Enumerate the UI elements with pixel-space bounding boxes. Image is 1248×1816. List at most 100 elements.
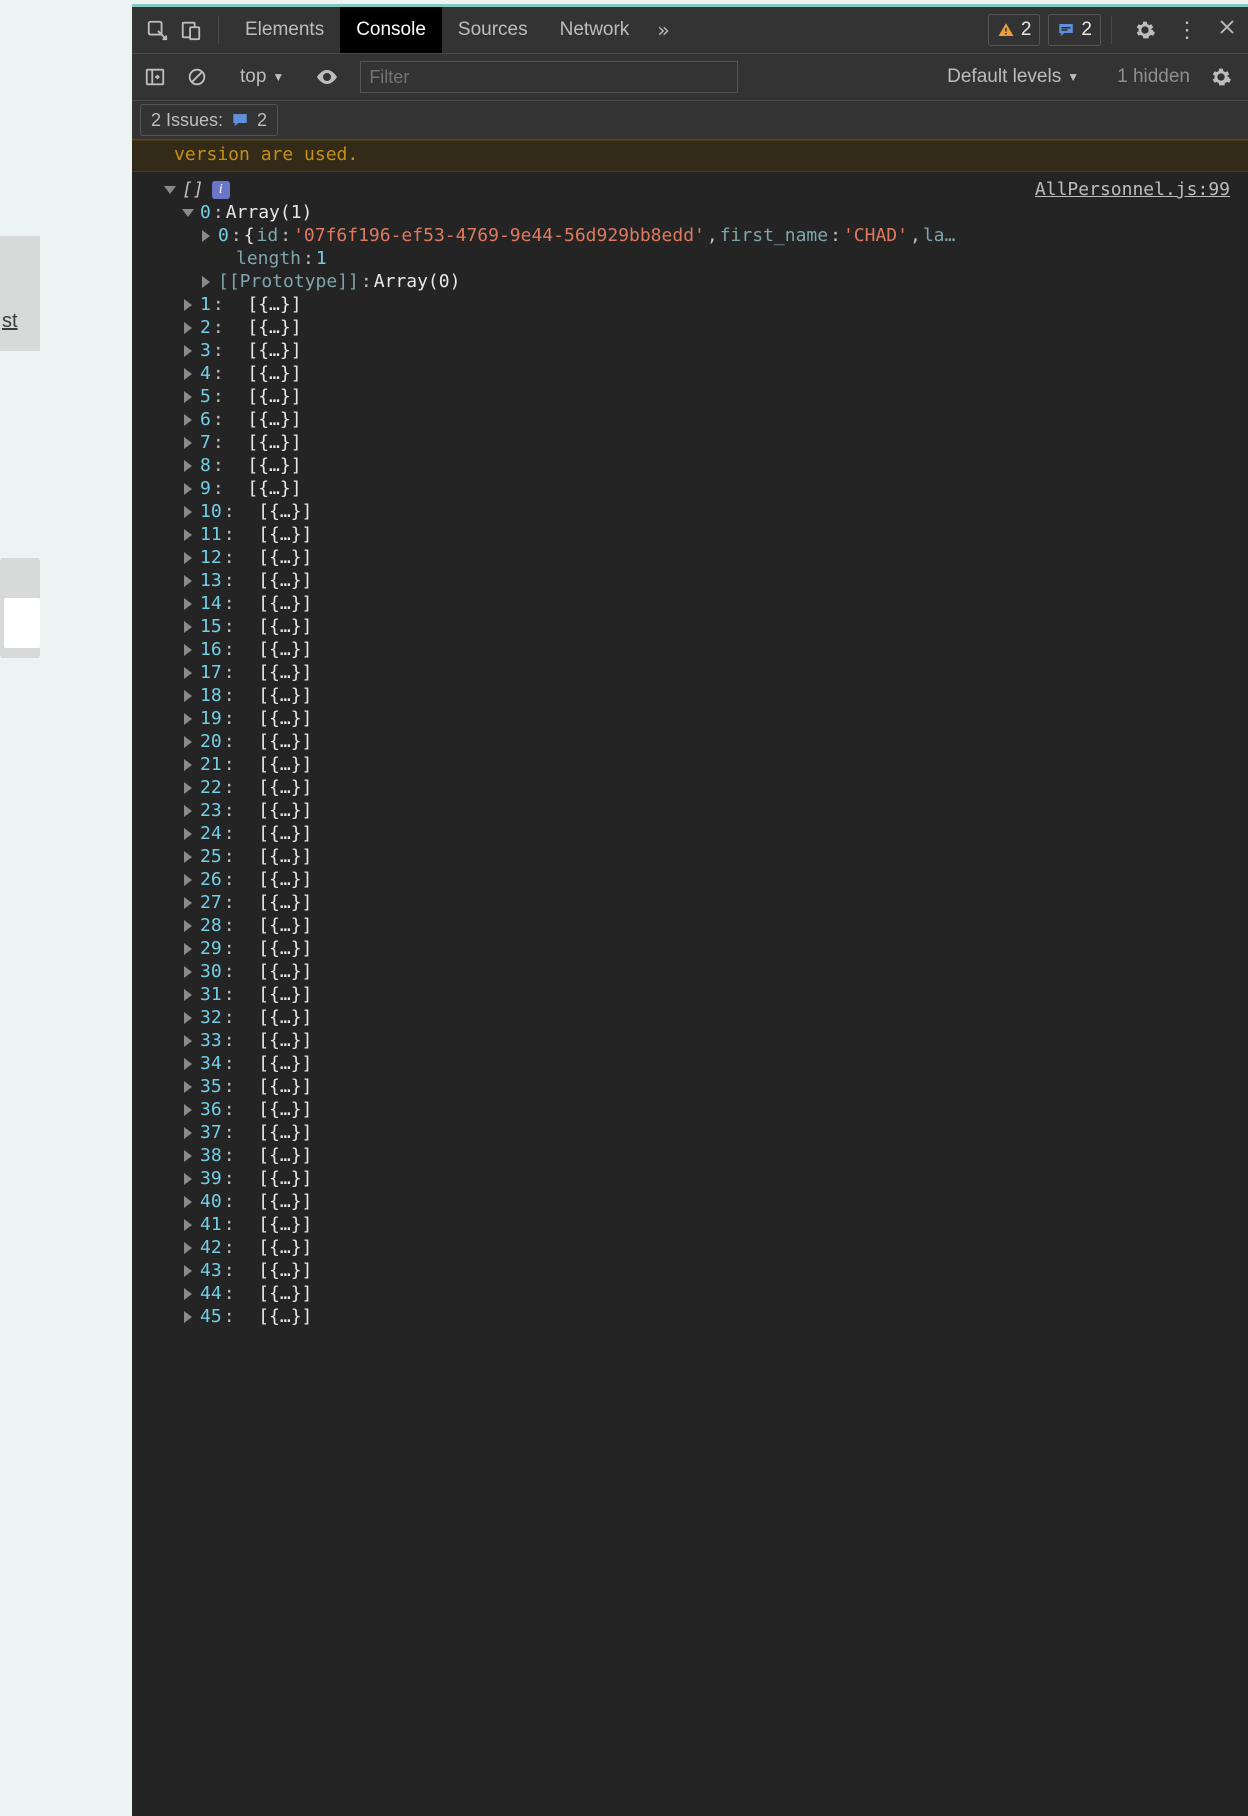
tree-item-43[interactable]: 43: [{…}] bbox=[166, 1259, 1248, 1282]
disclosure-triangle-icon[interactable] bbox=[184, 1035, 192, 1047]
tree-item-33[interactable]: 33: [{…}] bbox=[166, 1029, 1248, 1052]
disclosure-triangle-icon[interactable] bbox=[184, 1219, 192, 1231]
tree-item-39[interactable]: 39: [{…}] bbox=[166, 1167, 1248, 1190]
tree-item-38[interactable]: 38: [{…}] bbox=[166, 1144, 1248, 1167]
tab-console[interactable]: Console bbox=[340, 7, 442, 53]
tree-item-9[interactable]: 9: [{…}] bbox=[166, 477, 1248, 500]
disclosure-triangle-icon[interactable] bbox=[184, 391, 192, 403]
tree-item-28[interactable]: 28: [{…}] bbox=[166, 914, 1248, 937]
disclosure-triangle-icon[interactable] bbox=[184, 713, 192, 725]
tree-item-6[interactable]: 6: [{…}] bbox=[166, 408, 1248, 431]
tree-item-19[interactable]: 19: [{…}] bbox=[166, 707, 1248, 730]
disclosure-triangle-icon[interactable] bbox=[184, 460, 192, 472]
tree-item-13[interactable]: 13: [{…}] bbox=[166, 569, 1248, 592]
disclosure-triangle-icon[interactable] bbox=[184, 667, 192, 679]
log-levels-selector[interactable]: Default levels ▼ bbox=[937, 66, 1089, 88]
tree-item-44[interactable]: 44: [{…}] bbox=[166, 1282, 1248, 1305]
disclosure-triangle-icon[interactable] bbox=[164, 186, 176, 194]
tree-item-5[interactable]: 5: [{…}] bbox=[166, 385, 1248, 408]
tree-item-10[interactable]: 10: [{…}] bbox=[166, 500, 1248, 523]
tree-item-14[interactable]: 14: [{…}] bbox=[166, 592, 1248, 615]
tree-item-8[interactable]: 8: [{…}] bbox=[166, 454, 1248, 477]
disclosure-triangle-icon[interactable] bbox=[184, 828, 192, 840]
tree-item-0-0[interactable]: 0: { id: '07f6f196-ef53-4769-9e44-56d929… bbox=[166, 224, 1248, 247]
tree-item-16[interactable]: 16: [{…}] bbox=[166, 638, 1248, 661]
tree-item-31[interactable]: 31: [{…}] bbox=[166, 983, 1248, 1006]
disclosure-triangle-icon[interactable] bbox=[184, 759, 192, 771]
disclosure-triangle-icon[interactable] bbox=[184, 506, 192, 518]
disclosure-triangle-icon[interactable] bbox=[184, 920, 192, 932]
disclosure-triangle-icon[interactable] bbox=[184, 782, 192, 794]
disclosure-triangle-icon[interactable] bbox=[184, 529, 192, 541]
disclosure-triangle-icon[interactable] bbox=[184, 368, 192, 380]
disclosure-triangle-icon[interactable] bbox=[184, 736, 192, 748]
disclosure-triangle-icon[interactable] bbox=[184, 414, 192, 426]
clear-console-icon[interactable] bbox=[180, 60, 214, 94]
disclosure-triangle-icon[interactable] bbox=[182, 209, 194, 217]
tree-item-21[interactable]: 21: [{…}] bbox=[166, 753, 1248, 776]
disclosure-triangle-icon[interactable] bbox=[184, 989, 192, 1001]
disclosure-triangle-icon[interactable] bbox=[184, 805, 192, 817]
tree-item-3[interactable]: 3: [{…}] bbox=[166, 339, 1248, 362]
tree-prototype[interactable]: [[Prototype]]: Array(0) bbox=[166, 270, 1248, 293]
settings-icon[interactable] bbox=[1128, 13, 1162, 47]
disclosure-triangle-icon[interactable] bbox=[184, 1173, 192, 1185]
tree-item-17[interactable]: 17: [{…}] bbox=[166, 661, 1248, 684]
tree-length[interactable]: length: 1 bbox=[166, 247, 1248, 270]
inspect-element-icon[interactable] bbox=[140, 13, 174, 47]
disclosure-triangle-icon[interactable] bbox=[184, 1012, 192, 1024]
tree-item-41[interactable]: 41: [{…}] bbox=[166, 1213, 1248, 1236]
disclosure-triangle-icon[interactable] bbox=[184, 1288, 192, 1300]
tree-item-32[interactable]: 32: [{…}] bbox=[166, 1006, 1248, 1029]
tab-sources[interactable]: Sources bbox=[442, 7, 544, 53]
disclosure-triangle-icon[interactable] bbox=[184, 1127, 192, 1139]
tree-item-24[interactable]: 24: [{…}] bbox=[166, 822, 1248, 845]
tree-item-0[interactable]: 0: Array(1) bbox=[166, 201, 1248, 224]
tree-item-40[interactable]: 40: [{…}] bbox=[166, 1190, 1248, 1213]
tree-item-2[interactable]: 2: [{…}] bbox=[166, 316, 1248, 339]
tree-item-4[interactable]: 4: [{…}] bbox=[166, 362, 1248, 385]
disclosure-triangle-icon[interactable] bbox=[184, 345, 192, 357]
tree-item-23[interactable]: 23: [{…}] bbox=[166, 799, 1248, 822]
disclosure-triangle-icon[interactable] bbox=[184, 621, 192, 633]
kebab-menu-icon[interactable]: ⋮ bbox=[1168, 17, 1206, 43]
disclosure-triangle-icon[interactable] bbox=[184, 575, 192, 587]
disclosure-triangle-icon[interactable] bbox=[184, 644, 192, 656]
disclosure-triangle-icon[interactable] bbox=[184, 1196, 192, 1208]
disclosure-triangle-icon[interactable] bbox=[202, 230, 210, 242]
tree-item-11[interactable]: 11: [{…}] bbox=[166, 523, 1248, 546]
tree-item-42[interactable]: 42: [{…}] bbox=[166, 1236, 1248, 1259]
console-settings-icon[interactable] bbox=[1204, 60, 1238, 94]
close-devtools-icon[interactable] bbox=[1206, 18, 1248, 42]
tree-item-15[interactable]: 15: [{…}] bbox=[166, 615, 1248, 638]
hidden-messages-label[interactable]: 1 hidden bbox=[1117, 66, 1190, 88]
disclosure-triangle-icon[interactable] bbox=[184, 1265, 192, 1277]
tree-item-18[interactable]: 18: [{…}] bbox=[166, 684, 1248, 707]
tree-item-26[interactable]: 26: [{…}] bbox=[166, 868, 1248, 891]
console-filter-input[interactable] bbox=[360, 61, 738, 93]
info-badge-icon[interactable]: i bbox=[212, 181, 230, 199]
disclosure-triangle-icon[interactable] bbox=[184, 552, 192, 564]
disclosure-triangle-icon[interactable] bbox=[184, 598, 192, 610]
execution-context-selector[interactable]: top ▼ bbox=[230, 66, 294, 88]
tree-item-45[interactable]: 45: [{…}] bbox=[166, 1305, 1248, 1328]
disclosure-triangle-icon[interactable] bbox=[184, 1311, 192, 1323]
messages-chip[interactable]: 2 bbox=[1048, 14, 1101, 46]
disclosure-triangle-icon[interactable] bbox=[184, 851, 192, 863]
disclosure-triangle-icon[interactable] bbox=[184, 874, 192, 886]
device-toolbar-icon[interactable] bbox=[174, 13, 208, 47]
tab-network[interactable]: Network bbox=[544, 7, 646, 53]
tree-item-36[interactable]: 36: [{…}] bbox=[166, 1098, 1248, 1121]
disclosure-triangle-icon[interactable] bbox=[184, 943, 192, 955]
console-sidebar-toggle-icon[interactable] bbox=[138, 60, 172, 94]
disclosure-triangle-icon[interactable] bbox=[184, 1150, 192, 1162]
disclosure-triangle-icon[interactable] bbox=[184, 437, 192, 449]
live-expression-icon[interactable] bbox=[310, 60, 344, 94]
disclosure-triangle-icon[interactable] bbox=[184, 1242, 192, 1254]
tree-item-35[interactable]: 35: [{…}] bbox=[166, 1075, 1248, 1098]
tab-elements[interactable]: Elements bbox=[229, 7, 340, 53]
tree-item-37[interactable]: 37: [{…}] bbox=[166, 1121, 1248, 1144]
tree-item-27[interactable]: 27: [{…}] bbox=[166, 891, 1248, 914]
tree-item-34[interactable]: 34: [{…}] bbox=[166, 1052, 1248, 1075]
tree-item-7[interactable]: 7: [{…}] bbox=[166, 431, 1248, 454]
